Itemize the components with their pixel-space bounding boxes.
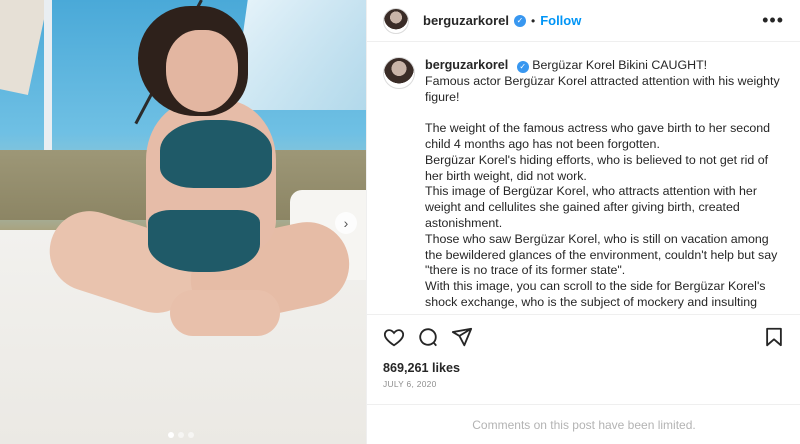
post-header: berguzarkorel ✓ • Follow ••• [367, 0, 800, 42]
more-options-icon[interactable]: ••• [762, 10, 784, 31]
caption-area: berguzarkorel ✓ Bergüzar Korel Bikini CA… [367, 52, 800, 314]
caption-line: With this image, you can scroll to the s… [425, 279, 766, 309]
carousel-dot [178, 432, 184, 438]
comments-limited-notice: Comments on this post have been limited. [367, 404, 800, 444]
avatar[interactable] [383, 57, 415, 89]
caption-line: Those who saw Bergüzar Korel, who is sti… [425, 231, 778, 278]
caption-subheadline: Famous actor Bergüzar Korel attracted at… [425, 73, 780, 104]
verified-badge-icon: ✓ [513, 14, 526, 27]
bookmark-icon[interactable] [763, 326, 785, 348]
photo-person-face [166, 30, 238, 112]
photo-person-swimsuit-bottom [148, 210, 260, 272]
photo-person-feet [170, 290, 280, 336]
caption-line: Bergüzar Korel's hiding efforts, who is … [425, 152, 769, 183]
comment-icon[interactable] [417, 326, 439, 348]
carousel-dot [168, 432, 174, 438]
likes-count[interactable]: 869,261 likes [383, 361, 460, 375]
follow-button[interactable]: Follow [540, 13, 581, 28]
caption-line: This image of Bergüzar Korel, who attrac… [425, 184, 757, 230]
photo-sail [232, 0, 366, 110]
post-date: JULY 6, 2020 [383, 379, 437, 389]
post-photo[interactable]: › [0, 0, 366, 444]
caption-line: The weight of the famous actress who gav… [425, 121, 771, 151]
avatar[interactable] [383, 7, 409, 34]
caption-username[interactable]: berguzarkorel [425, 58, 508, 72]
post-actions [367, 314, 800, 358]
carousel-dot [188, 432, 194, 438]
caption: berguzarkorel ✓ Bergüzar Korel Bikini CA… [425, 52, 785, 314]
carousel-dots [168, 432, 194, 438]
verified-badge-icon: ✓ [516, 60, 529, 73]
heart-icon[interactable] [383, 326, 405, 348]
caption-headline: Bergüzar Korel Bikini CAUGHT! [532, 58, 708, 72]
chevron-right-icon[interactable]: › [335, 212, 357, 234]
header-username[interactable]: berguzarkorel [423, 13, 509, 28]
header-separator: • [530, 13, 536, 28]
photo-person-swimsuit-top [160, 120, 272, 188]
paper-plane-icon[interactable] [451, 326, 473, 348]
post-details-panel: berguzarkorel ✓ • Follow ••• berguzarkor… [366, 0, 800, 444]
